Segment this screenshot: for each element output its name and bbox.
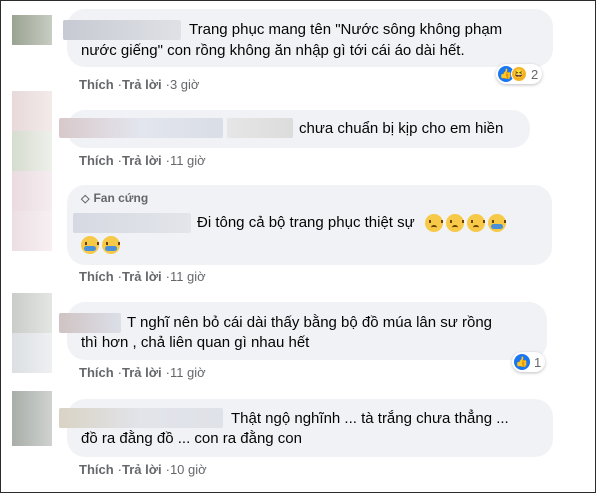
comment-actions: Thích · Trả lời · 11 giờ: [79, 269, 206, 284]
crying-emoji-icon: [487, 214, 506, 233]
reply-button[interactable]: Trả lời: [122, 153, 162, 168]
timestamp[interactable]: 3 giờ: [170, 77, 200, 92]
reaction-count: 2: [531, 66, 539, 82]
commenter-name-blurred[interactable]: [73, 213, 191, 233]
avatar[interactable]: [12, 131, 52, 171]
reply-button[interactable]: Trả lời: [122, 269, 162, 284]
timestamp[interactable]: 11 giờ: [170, 269, 206, 284]
comment-actions: Thích · Trả lời · 10 giờ: [79, 462, 207, 477]
timestamp[interactable]: 11 giờ: [170, 365, 206, 380]
fan-badge[interactable]: ◇ Fan cứng: [81, 191, 148, 205]
comment-actions: Thích · Trả lời · 11 giờ: [79, 365, 206, 380]
fan-badge-label: Fan cứng: [93, 191, 149, 205]
like-button[interactable]: Thích: [79, 269, 114, 284]
sad-emoji-icon: [424, 214, 443, 233]
commenter-name-blurred[interactable]: [59, 313, 121, 333]
timestamp[interactable]: 10 giờ: [170, 462, 207, 477]
reaction-count: 1: [534, 354, 542, 370]
avatar[interactable]: [12, 333, 52, 373]
comment-text: chưa chuẩn bị kịp cho em hiền: [299, 120, 504, 137]
reply-button[interactable]: Trả lời: [122, 462, 162, 477]
avatar[interactable]: [12, 91, 52, 131]
avatar[interactable]: [12, 171, 52, 211]
timestamp[interactable]: 11 giờ: [170, 153, 206, 168]
comment-actions: Thích · Trả lời · 11 giờ: [79, 153, 206, 168]
reply-button[interactable]: Trả lời: [122, 365, 162, 380]
diamond-icon: ◇: [81, 192, 90, 205]
comment-text: Đi tông cả bộ trang phục thiệt sự: [197, 213, 509, 233]
like-icon: 👍: [514, 354, 530, 370]
comments-panel: Trang phục mang tên "Nước sông không phạ…: [0, 0, 596, 493]
comment-text: nước giếng" con rồng không ăn nhập gì tớ…: [81, 42, 465, 59]
comment-text: T nghĩ nên bỏ cái dài thấy bằng bộ đồ mú…: [127, 314, 493, 331]
crying-emoji-icon: [81, 236, 99, 255]
like-button[interactable]: Thích: [79, 153, 114, 168]
commenter-name-blurred[interactable]: [63, 20, 181, 40]
avatar[interactable]: [12, 293, 52, 333]
reply-button[interactable]: Trả lời: [122, 77, 162, 92]
comment-text-line: Đi tông cả bộ trang phục thiệt sự: [197, 214, 415, 231]
avatar[interactable]: [12, 15, 52, 45]
sad-emoji-icon: [466, 214, 485, 233]
like-button[interactable]: Thích: [79, 462, 114, 477]
emoji-line: [81, 235, 123, 255]
commenter-name-blurred[interactable]: [59, 408, 223, 428]
avatar[interactable]: [12, 211, 52, 251]
comment-actions: Thích · Trả lời · 3 giờ: [79, 77, 199, 92]
sad-emoji-icon: [445, 214, 464, 233]
reaction-summary[interactable]: 👍 😆 2: [496, 64, 543, 84]
commenter-name-blurred[interactable]: [59, 118, 223, 138]
comment-text: đồ ra đằng đồ ... con ra đằng con: [81, 430, 302, 447]
comment-text: thì hơn , chả liên quan gì nhau hết: [81, 334, 310, 351]
commenter-name-blurred[interactable]: [227, 118, 293, 138]
comment-text: Thật ngộ nghĩnh ... tà trắng chưa thẳng …: [231, 410, 509, 427]
avatar[interactable]: [12, 391, 52, 446]
like-button[interactable]: Thích: [79, 77, 114, 92]
crying-emoji-icon: [102, 236, 120, 255]
comment-text: Trang phục mang tên "Nước sông không phạ…: [189, 21, 503, 38]
reaction-summary[interactable]: 👍 1: [512, 352, 546, 372]
like-button[interactable]: Thích: [79, 365, 114, 380]
haha-icon: 😆: [511, 66, 527, 82]
emoji-group: [424, 214, 509, 233]
